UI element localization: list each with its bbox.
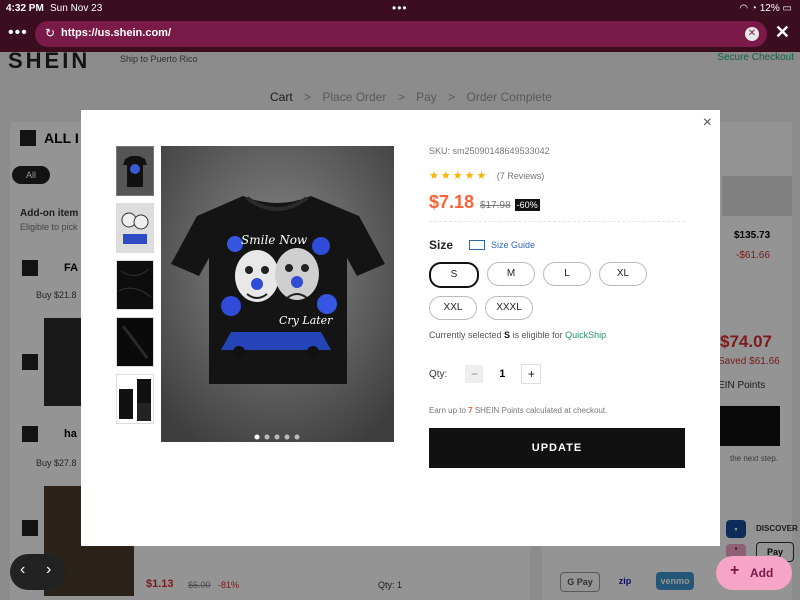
clear-url-icon[interactable]: ✕ [745, 27, 759, 41]
product-info: SKU: sm25090148649533042 ★★★★★ (7 Review… [429, 146, 685, 468]
thumbnail-collar[interactable] [116, 317, 154, 367]
size-header: Size Size Guide [429, 238, 685, 252]
multitask-dots-icon[interactable]: ••• [392, 1, 408, 15]
size-option-xxl[interactable]: XXL [429, 296, 477, 320]
product-main-image[interactable]: Smile Now Cry Later [161, 146, 394, 442]
thumbnail-print-detail[interactable] [116, 203, 154, 253]
quickship-label: QuickShip [565, 330, 607, 340]
sale-price: $7.18 [429, 192, 475, 212]
sku-label: SKU: sm25090148649533042 [429, 146, 550, 156]
size-option-xl[interactable]: XL [599, 262, 647, 286]
qty-increment-button[interactable]: + [521, 364, 542, 384]
thumbnail-model[interactable] [116, 374, 154, 424]
original-price: $17.98 [480, 200, 511, 211]
forward-arrow-icon[interactable]: › [46, 561, 51, 579]
rating-stars-icon: ★★★★★ [429, 170, 489, 182]
eligible-prefix: Currently selected [429, 330, 505, 340]
size-option-xxxl[interactable]: XXXL [485, 296, 533, 320]
size-option-m[interactable]: M [487, 262, 535, 286]
eligible-mid: is eligible for [510, 330, 566, 340]
discount-badge: -60% [514, 199, 540, 211]
browser-toolbar: ••• ↻ https://us.shein.com/ ✕ ✕ [0, 18, 800, 52]
thumbnail-front[interactable] [116, 146, 154, 196]
size-title: Size [429, 238, 454, 252]
address-bar[interactable]: ↻ https://us.shein.com/ ✕ [35, 21, 767, 47]
thumbnail-strip [116, 146, 154, 431]
page-nav-pill: ‹ › [10, 554, 66, 590]
svg-text:Smile Now: Smile Now [241, 233, 308, 247]
close-icon[interactable]: × [703, 114, 712, 132]
close-browser-icon[interactable]: ✕ [775, 22, 790, 43]
url-text[interactable]: https://us.shein.com/ [61, 27, 171, 39]
earn-suffix: SHEIN Points calculated at checkout. [472, 406, 608, 415]
battery-percent: 12% [759, 3, 780, 14]
qty-value[interactable]: 1 [483, 368, 521, 380]
size-option-s[interactable]: S [429, 262, 479, 288]
divider [429, 221, 685, 222]
size-guide-label[interactable]: Size Guide [491, 240, 535, 250]
earn-prefix: Earn up to [429, 406, 469, 415]
price-row: $7.18 $17.98 -60% [429, 192, 685, 213]
add-label: Add [750, 566, 774, 580]
status-date: Sun Nov 23 [50, 3, 103, 14]
rating-row[interactable]: ★★★★★ (7 Reviews) [429, 166, 685, 184]
svg-text:Cry Later: Cry Later [279, 314, 333, 327]
product-edit-modal: × Smile Now Cry Later SKU: sm25090148649… [81, 110, 720, 546]
ruler-icon [469, 240, 486, 250]
qty-label: Qty: [429, 368, 448, 380]
quickship-eligibility: Currently selected S is eligible for Qui… [429, 330, 685, 340]
review-count-link[interactable]: (7 Reviews) [497, 171, 545, 181]
size-option-l[interactable]: L [543, 262, 591, 286]
browser-menu-icon[interactable]: ••• [8, 24, 28, 42]
status-bar: 4:32 PM Sun Nov 23 ••• ◠ ◔ 12% ▭ [0, 0, 800, 18]
image-pager-dots[interactable] [253, 428, 303, 440]
qty-decrement-button[interactable]: − [465, 365, 484, 383]
size-options: S M L XL XXL XXXL [429, 262, 669, 328]
status-time: 4:32 PM [6, 3, 44, 14]
plus-icon: + [730, 562, 740, 579]
reload-icon[interactable]: ↻ [45, 26, 55, 40]
back-arrow-icon[interactable]: ‹ [20, 561, 25, 579]
quantity-stepper: Qty: − 1 + [429, 364, 685, 384]
add-button[interactable]: + Add [716, 556, 792, 590]
size-guide-link[interactable]: Size Guide [469, 240, 535, 250]
update-button[interactable]: UPDATE [429, 428, 685, 468]
thumbnail-fabric[interactable] [116, 260, 154, 310]
points-note: Earn up to 7 SHEIN Points calculated at … [429, 406, 685, 415]
battery-indicator: ◠ ◔ 12% ▭ [739, 3, 792, 14]
